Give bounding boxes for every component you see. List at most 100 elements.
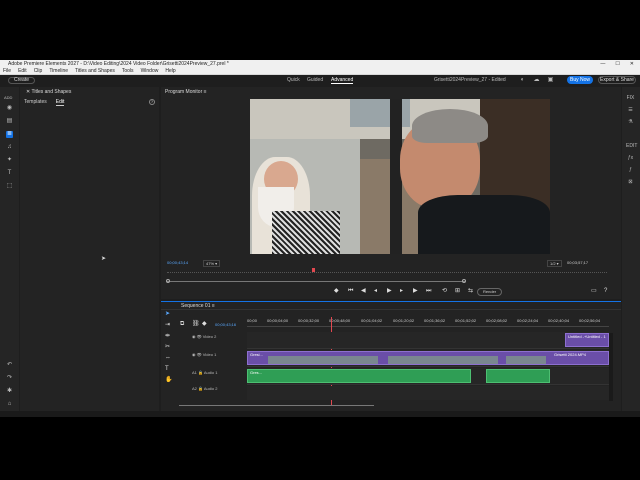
snap-icon[interactable]: ⧉	[180, 321, 184, 328]
add-marker-icon[interactable]: ◆	[334, 288, 339, 295]
safe-margins-icon[interactable]: ⊞	[455, 288, 460, 295]
help-icon[interactable]: ?	[149, 99, 155, 105]
menu-titles-and-shapes[interactable]: Titles and Shapes	[75, 68, 115, 74]
effects-icon[interactable]: ✦	[6, 157, 13, 164]
clip-video-2[interactable]: Untitled -+Untitled - 1	[565, 333, 609, 347]
fix-label[interactable]: FIX	[626, 95, 635, 102]
create-button[interactable]: Create	[8, 77, 36, 84]
render-button[interactable]: Render	[477, 288, 503, 296]
effects-icon[interactable]: ƒx	[626, 155, 635, 162]
menu-file[interactable]: File	[3, 68, 11, 74]
markers-icon[interactable]: ◆	[202, 321, 207, 328]
titles-icon[interactable]: T	[6, 170, 13, 177]
minimize-button[interactable]: —	[600, 61, 605, 67]
duration-timecode: 00;03;57;17	[567, 260, 589, 265]
undo-icon[interactable]: ↶	[6, 362, 13, 369]
sequence-tab[interactable]: Sequence 01 ≡	[181, 303, 215, 309]
help-circle-icon[interactable]: ?	[604, 288, 607, 295]
export-share-button[interactable]: Export & Share	[598, 76, 636, 84]
ripple-icon[interactable]: ⇹	[165, 333, 170, 340]
transitions-icon[interactable]: ⊠	[626, 179, 635, 186]
menu-help[interactable]: Help	[165, 68, 175, 74]
track-select-icon[interactable]: ⇥	[165, 322, 170, 329]
scrub-start-handle[interactable]	[166, 279, 170, 283]
monitor-scrub-track[interactable]	[167, 281, 465, 282]
zoom-select[interactable]: 47% ▾	[203, 260, 221, 267]
menu-edit[interactable]: Edit	[18, 68, 27, 74]
clip-audio-1b[interactable]	[486, 369, 550, 383]
applied-effects-icon[interactable]: ƒ	[626, 167, 635, 174]
timeline-timecode[interactable]: 00;00;43;16	[215, 322, 236, 327]
clip-video-1[interactable]: Gresi... Grisetti 2024.MP4	[247, 351, 609, 365]
cloud-icon[interactable]: ☁	[533, 77, 540, 84]
step-forward-icon[interactable]: ▶	[413, 288, 418, 295]
close-button[interactable]: ✕	[630, 61, 634, 67]
track-video-2[interactable]	[247, 332, 609, 349]
menu-window[interactable]: Window	[141, 68, 159, 74]
hand-tool-icon[interactable]: ✋	[165, 377, 172, 384]
mode-tab-quick[interactable]: Quick	[287, 77, 300, 83]
media-icon[interactable]: ◉	[6, 105, 13, 112]
adjust-icon[interactable]: ⚗	[626, 119, 635, 126]
maximize-button[interactable]: ☐	[615, 61, 619, 67]
loop-icon[interactable]: ⟲	[442, 288, 447, 295]
ruler-label: 00;00;04;00	[267, 318, 289, 323]
current-timecode[interactable]: 00;00;43;14	[167, 260, 188, 265]
frame-forward-icon[interactable]: ▸	[400, 288, 403, 295]
razor-icon[interactable]: ✂	[165, 344, 170, 351]
mode-tab-advanced[interactable]: Advanced	[331, 77, 354, 84]
go-to-start-icon[interactable]: ⏮	[348, 288, 353, 295]
fix-icon[interactable]: ☰	[626, 107, 635, 114]
contrast-icon[interactable]: ◐	[519, 77, 526, 84]
home-icon[interactable]: ⌂	[6, 401, 13, 408]
graphics-icon[interactable]: ⬚	[6, 183, 13, 190]
window-title: Adobe Premiere Elements 2027 - D:\Video …	[8, 61, 229, 67]
buy-now-button[interactable]: Buy Now	[567, 76, 593, 84]
slip-icon[interactable]: ⇔	[165, 355, 171, 362]
play-icon[interactable]: ▶	[387, 288, 392, 295]
link-icon[interactable]: ⛓	[192, 321, 200, 328]
redo-icon[interactable]: ↷	[6, 375, 13, 382]
type-tool-icon[interactable]: T	[165, 366, 169, 373]
video-preview	[250, 99, 550, 254]
layout-icon[interactable]: ▣	[547, 77, 554, 84]
menu-timeline[interactable]: Timeline	[49, 68, 68, 74]
left-toolbar: ADD ◉ ▤ ≣ ♫ ✦ T ⬚ ↶ ↷ ✱ ⌂	[0, 87, 19, 417]
top-bar: Create Quick Guided Advanced Grisetti202…	[0, 75, 640, 86]
ruler-label: 00;00;32;00	[298, 318, 320, 323]
track-audio-2[interactable]	[247, 386, 609, 400]
menu-tools[interactable]: Tools	[122, 68, 134, 74]
frame-back-icon[interactable]: ◂	[374, 288, 377, 295]
quality-select[interactable]: 1/2 ▾	[547, 260, 562, 267]
ruler-label: 00;01;04;02	[361, 318, 383, 323]
organizer-icon[interactable]: ✱	[6, 388, 13, 395]
go-to-end-icon[interactable]: ⏭	[426, 288, 431, 295]
ruler-label: 00;01;36;02	[424, 318, 446, 323]
display-icon[interactable]: ▭	[591, 288, 597, 295]
bin-icon[interactable]: ▤	[6, 118, 13, 125]
video-shirt-left	[272, 211, 340, 254]
tab-edit[interactable]: Edit	[55, 99, 65, 106]
track-label-audio-2: A2 🔒 Audio 2	[192, 386, 218, 391]
mode-tab-guided[interactable]: Guided	[307, 77, 323, 83]
tab-templates[interactable]: Templates	[24, 99, 47, 106]
window-titlebar: Adobe Premiere Elements 2027 - D:\Video …	[0, 60, 640, 68]
monitor-title: Program Monitor ≡	[165, 89, 207, 95]
track-label-audio-1: A1 🔒 Audio 1	[192, 370, 218, 375]
scrub-end-handle[interactable]	[462, 279, 466, 283]
timeline-scrollbar[interactable]	[179, 405, 374, 406]
step-back-icon[interactable]: ◀	[361, 288, 366, 295]
monitor-ruler[interactable]	[167, 269, 607, 273]
monitor-playhead[interactable]	[312, 268, 315, 272]
clip-audio-1a[interactable]: Gres...	[247, 369, 471, 383]
edit-label[interactable]: EDIT	[626, 143, 637, 150]
ruler-label: 00;00;48;00	[329, 318, 351, 323]
split-icon[interactable]: ⇆	[468, 288, 473, 295]
mouse-cursor-icon: ➤	[101, 256, 107, 262]
timeline-tools-icon[interactable]: ≣	[6, 131, 13, 138]
ruler-label: 00;02;40;04	[548, 318, 570, 323]
music-icon[interactable]: ♫	[6, 144, 13, 151]
menu-clip[interactable]: Clip	[34, 68, 43, 74]
video-shirt-right	[418, 195, 550, 254]
selection-tool-icon[interactable]: ➤	[165, 311, 170, 318]
